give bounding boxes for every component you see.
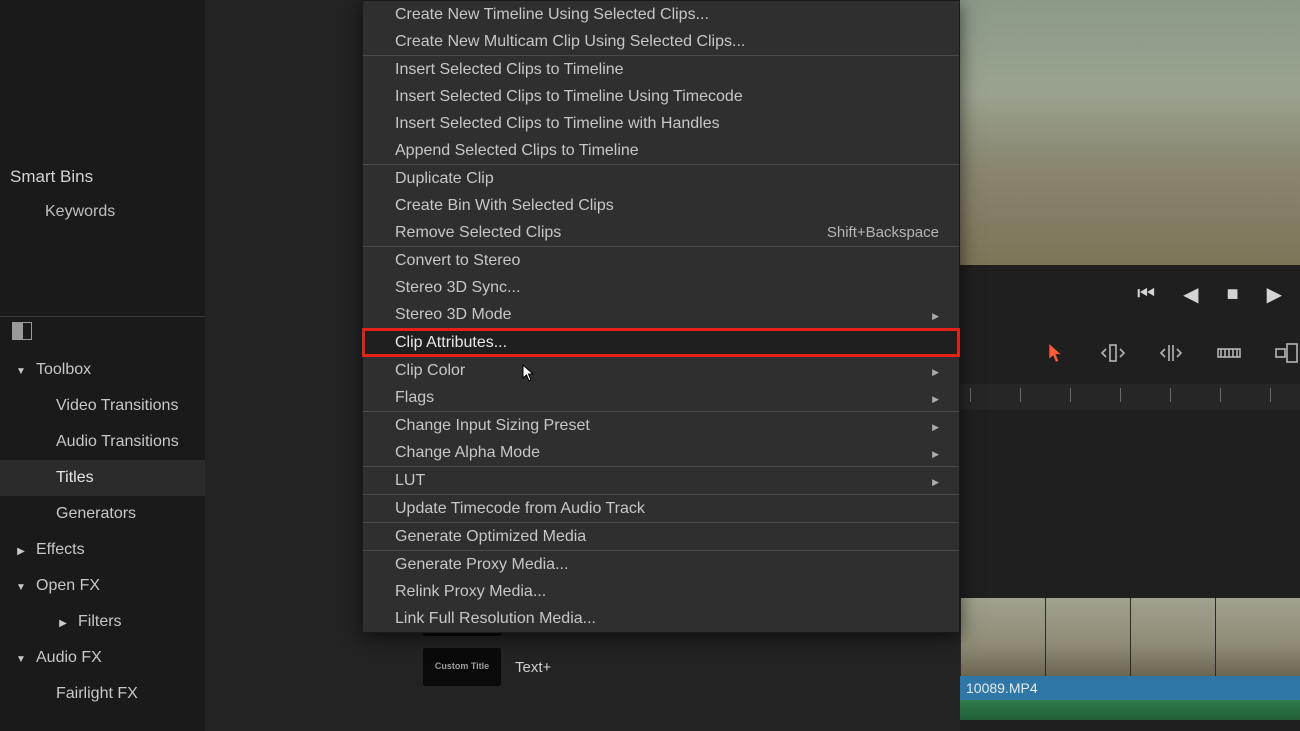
ctx-clip-attributes[interactable]: Clip Attributes... (363, 329, 959, 356)
clip-name-label[interactable]: 10089.MP4 (960, 676, 1300, 700)
ctx-create-timeline[interactable]: Create New Timeline Using Selected Clips… (363, 1, 959, 28)
divider (0, 316, 205, 317)
dynamic-trim-icon[interactable] (1157, 341, 1185, 365)
chevron-right-icon (932, 444, 939, 462)
smartbins-header: Smart Bins (10, 161, 195, 193)
shortcut-label: Shift+Backspace (827, 224, 939, 241)
ctx-insert-timecode[interactable]: Insert Selected Clips to Timeline Using … (363, 83, 959, 110)
play-forward-icon[interactable]: ▶ (1267, 282, 1282, 307)
ctx-clip-color[interactable]: Clip Color (363, 357, 959, 384)
left-sidebar: Smart Bins Keywords Toolbox Video Transi… (0, 0, 205, 731)
cursor-icon (522, 364, 536, 387)
chevron-right-icon (932, 306, 939, 324)
ctx-create-multicam[interactable]: Create New Multicam Clip Using Selected … (363, 28, 959, 55)
ctx-create-bin[interactable]: Create Bin With Selected Clips (363, 192, 959, 219)
chevron-right-icon (932, 472, 939, 490)
ctx-relink-proxy[interactable]: Relink Proxy Media... (363, 578, 959, 605)
selection-tool-icon[interactable] (1042, 341, 1070, 365)
context-menu: Create New Timeline Using Selected Clips… (362, 0, 960, 633)
title-item[interactable]: Custom TitleText+ (423, 648, 568, 686)
tree-filters[interactable]: Filters (0, 604, 205, 640)
play-back-icon[interactable]: ◀ (1183, 282, 1198, 307)
ctx-convert-stereo[interactable]: Convert to Stereo (363, 247, 959, 274)
tree-titles[interactable]: Titles (0, 460, 205, 496)
ctx-remove[interactable]: Remove Selected ClipsShift+Backspace (363, 219, 959, 246)
effects-tree: Toolbox Video Transitions Audio Transiti… (0, 352, 205, 712)
chevron-right-icon (932, 417, 939, 435)
ctx-flags[interactable]: Flags (363, 384, 959, 411)
right-panel: ⏮ ◀ ■ ▶ 10089.MP4 (960, 0, 1300, 731)
insert-clip-icon[interactable] (1272, 341, 1300, 365)
tree-generators[interactable]: Generators (0, 496, 205, 532)
stop-icon[interactable]: ■ (1227, 283, 1239, 306)
timeline-tools (960, 332, 1300, 374)
ctx-gen-optimized[interactable]: Generate Optimized Media (363, 523, 959, 550)
skip-back-icon[interactable]: ⏮ (1137, 283, 1155, 306)
tree-audio-transitions[interactable]: Audio Transitions (0, 424, 205, 460)
ctx-input-sizing[interactable]: Change Input Sizing Preset (363, 412, 959, 439)
ctx-stereo-mode[interactable]: Stereo 3D Mode (363, 301, 959, 328)
timeline-tracks[interactable]: 10089.MP4 (960, 598, 1300, 731)
viewer-preview[interactable] (960, 0, 1300, 265)
chevron-right-icon (932, 389, 939, 407)
ctx-stereo-sync[interactable]: Stereo 3D Sync... (363, 274, 959, 301)
ctx-alpha-mode[interactable]: Change Alpha Mode (363, 439, 959, 466)
timeline-ruler[interactable] (960, 384, 1300, 410)
transport-controls: ⏮ ◀ ■ ▶ (960, 275, 1300, 313)
ctx-lut[interactable]: LUT (363, 467, 959, 494)
tree-openfx[interactable]: Open FX (0, 568, 205, 604)
chevron-right-icon (932, 362, 939, 380)
ctx-link-fullres[interactable]: Link Full Resolution Media... (363, 605, 959, 632)
tree-audiofx[interactable]: Audio FX (0, 640, 205, 676)
blade-tool-icon[interactable] (1215, 341, 1243, 365)
ctx-insert-timeline[interactable]: Insert Selected Clips to Timeline (363, 56, 959, 83)
audio-track[interactable] (960, 700, 1300, 720)
tree-toolbox[interactable]: Toolbox (0, 352, 205, 388)
ctx-gen-proxy[interactable]: Generate Proxy Media... (363, 551, 959, 578)
tree-fairlight[interactable]: Fairlight FX (0, 676, 205, 712)
ctx-insert-handles[interactable]: Insert Selected Clips to Timeline with H… (363, 110, 959, 137)
panel-layout-toggle-icon[interactable] (12, 322, 36, 340)
ctx-duplicate[interactable]: Duplicate Clip (363, 165, 959, 192)
trim-edit-icon[interactable] (1100, 341, 1128, 365)
tree-effects[interactable]: Effects (0, 532, 205, 568)
smartbins-keywords[interactable]: Keywords (10, 193, 195, 231)
ctx-update-timecode[interactable]: Update Timecode from Audio Track (363, 495, 959, 522)
tree-video-transitions[interactable]: Video Transitions (0, 388, 205, 424)
ctx-append[interactable]: Append Selected Clips to Timeline (363, 137, 959, 164)
video-track[interactable] (960, 598, 1300, 676)
